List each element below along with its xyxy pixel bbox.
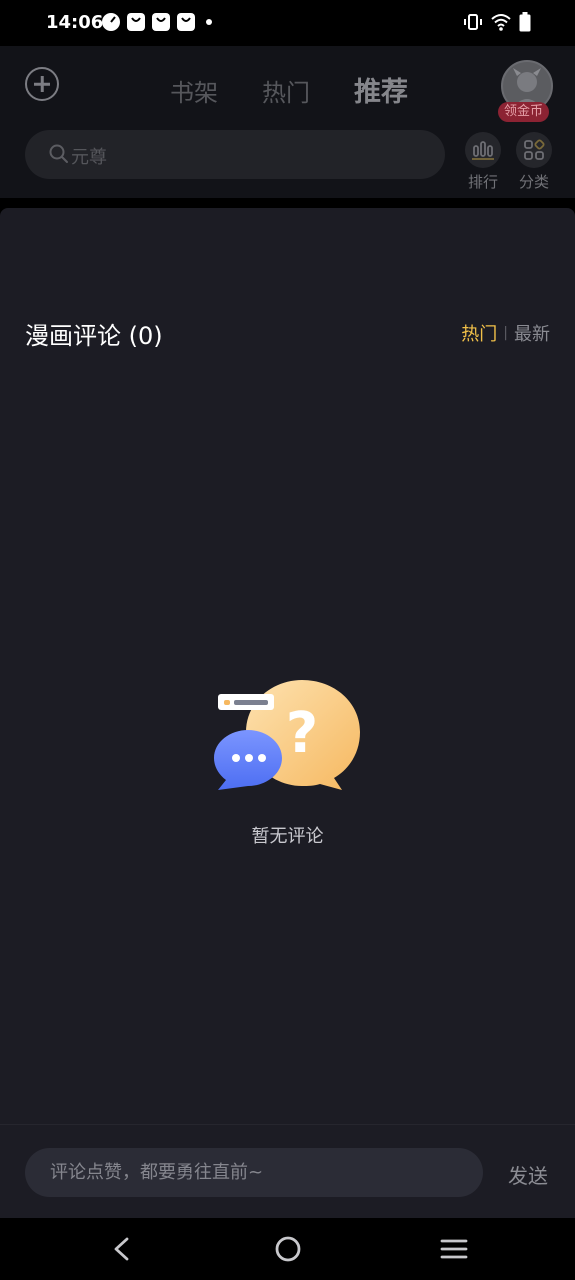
menu-icon[interactable] <box>440 1238 468 1262</box>
shopping-bag-icon <box>127 13 145 31</box>
add-button[interactable] <box>25 67 59 101</box>
speedometer-icon <box>102 13 120 31</box>
back-icon[interactable] <box>110 1236 134 1262</box>
category-button[interactable]: 分类 <box>515 132 553 192</box>
comment-input[interactable] <box>25 1148 483 1197</box>
top-header: 书架 热门 推荐 领金币 元尊 排行 分类 <box>0 46 575 198</box>
shopping-bag-icon <box>152 13 170 31</box>
svg-text:?: ? <box>286 701 318 766</box>
sort-tabs: 热门 | 最新 <box>461 320 550 346</box>
comment-input-bar: 发送 <box>0 1124 575 1219</box>
ranking-label: 排行 <box>467 173 498 191</box>
wifi-icon <box>491 14 511 31</box>
claim-coins-badge[interactable]: 领金币 <box>498 102 550 122</box>
ranking-button[interactable]: 排行 <box>464 132 502 192</box>
system-status-icons <box>463 12 531 32</box>
empty-comments-text: 暂无评论 <box>251 826 324 847</box>
battery-icon <box>519 12 531 32</box>
category-label: 分类 <box>518 173 549 191</box>
category-icon <box>516 132 552 168</box>
ranking-icon <box>465 132 501 168</box>
search-placeholder: 元尊 <box>71 147 107 168</box>
sort-separator: | <box>503 325 508 341</box>
vibrate-icon <box>464 14 482 30</box>
home-icon[interactable] <box>274 1236 302 1264</box>
send-button[interactable]: 发送 <box>508 1160 548 1189</box>
tab-recommend[interactable]: 推荐 <box>354 70 408 109</box>
search-icon <box>49 144 68 163</box>
more-notifications-dot-icon <box>206 19 212 25</box>
top-tabs: 书架 热门 推荐 <box>170 70 408 109</box>
status-time: 14:06 <box>46 12 104 33</box>
empty-comments-icon: ? <box>214 680 360 790</box>
sort-hot-tab[interactable]: 热门 <box>461 320 497 346</box>
comments-sheet: 漫画评论 (0) 热门 | 最新 ? 暂无评论 评论点赞，都要勇往直前~ 发送 <box>0 208 575 1219</box>
tab-bookshelf[interactable]: 书架 <box>170 73 218 108</box>
search-bar[interactable]: 元尊 <box>25 130 445 179</box>
status-bar: 14:06 <box>0 0 575 46</box>
notification-icons <box>102 13 212 31</box>
comments-title: 漫画评论 (0) <box>25 322 163 350</box>
system-nav-bar <box>0 1218 575 1280</box>
tab-hot[interactable]: 热门 <box>262 73 310 108</box>
screen: 14:06 书架 热门 推荐 领金币 元尊 排行 分类 漫画评论 (0) 热门 … <box>0 0 575 1280</box>
sort-newest-tab[interactable]: 最新 <box>514 320 550 346</box>
shopping-bag-icon <box>177 13 195 31</box>
